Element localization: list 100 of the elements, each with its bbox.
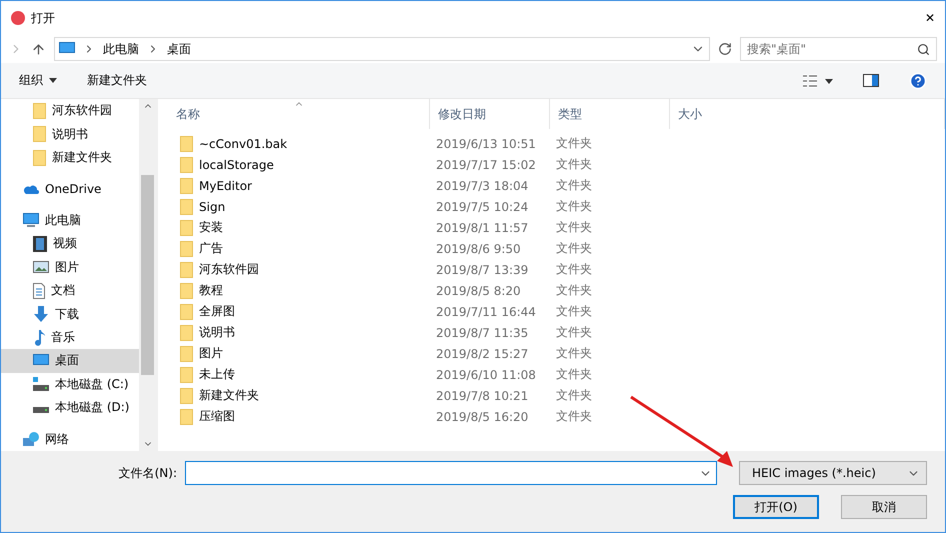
- sidebar-item[interactable]: 音乐: [1, 326, 139, 350]
- folder-icon: [33, 102, 46, 119]
- network-icon: [23, 431, 39, 448]
- column-header[interactable]: 名称: [158, 99, 430, 129]
- download-icon: [33, 306, 49, 322]
- type-cell-text: 文件夹: [555, 345, 593, 362]
- folder-icon: [180, 178, 193, 194]
- sidebar-item[interactable]: 本地磁盘 (D:): [1, 396, 139, 420]
- date-cell-text: 2019/8/7 13:39: [435, 262, 530, 276]
- close-button[interactable]: ✕: [924, 11, 935, 25]
- sidebar-item[interactable]: 河东软件园: [1, 99, 139, 122]
- folder-icon: [180, 136, 193, 152]
- search-field[interactable]: 搜索"桌面": [740, 37, 937, 61]
- type-cell-text: 文件夹: [555, 198, 593, 215]
- music-note-icon: [33, 330, 45, 346]
- file-name[interactable]: localStorage: [158, 156, 430, 172]
- file-name[interactable]: 教程: [158, 282, 430, 299]
- folder-icon: [180, 156, 193, 172]
- sidebar-item[interactable]: 新建文件夹: [1, 146, 139, 170]
- folder-icon: [180, 304, 193, 320]
- sidebar-item[interactable]: 本地磁盘 (C:): [1, 372, 139, 396]
- file-type-dropdown[interactable]: HEIC images (*.heic): [739, 461, 927, 485]
- cloud-icon: [23, 184, 39, 194]
- type-cell-text: 文件夹: [555, 177, 593, 194]
- file-name[interactable]: 新建文件夹: [158, 387, 430, 404]
- date-cell-text: 2019/8/5 8:20: [435, 284, 522, 298]
- type-cell-text: 文件夹: [555, 219, 593, 236]
- file-name[interactable]: ~cConv01.bak: [158, 136, 430, 152]
- app-icon: [11, 11, 25, 25]
- date-cell-text: 2019/7/11 16:44: [435, 304, 537, 318]
- help-icon[interactable]: [909, 72, 927, 90]
- new-folder-button[interactable]: 新建文件夹: [87, 72, 147, 89]
- file-name[interactable]: 图片: [158, 345, 430, 362]
- document-icon: [33, 282, 45, 299]
- folder-icon: [180, 220, 193, 236]
- drive-icon: [33, 406, 49, 413]
- sidebar-item[interactable]: 视频: [1, 232, 139, 256]
- file-name[interactable]: 全屏图: [158, 303, 430, 320]
- file-name[interactable]: 河东软件园: [158, 261, 430, 278]
- sidebar-item[interactable]: 网络: [1, 427, 139, 451]
- column-header[interactable]: 大小: [670, 99, 945, 129]
- type-cell-text: 文件夹: [555, 303, 593, 320]
- scrollbar[interactable]: [139, 99, 156, 451]
- date-cell-text: 2019/7/5 10:24: [435, 200, 530, 214]
- folder-icon: [180, 324, 193, 340]
- sidebar-item[interactable]: 文档: [1, 278, 139, 302]
- date-cell-text: 2019/8/5 16:20: [435, 410, 530, 424]
- window-title: 打开: [31, 10, 56, 26]
- image-icon: [33, 261, 49, 274]
- sidebar-item[interactable]: 桌面: [1, 349, 139, 373]
- breadcrumb[interactable]: 桌面: [167, 40, 191, 58]
- folder-icon: [33, 150, 46, 166]
- date-cell-text: 2019/8/6 9:50: [435, 242, 522, 256]
- date-cell-text: 2019/7/3 18:04: [435, 178, 530, 192]
- file-name[interactable]: 说明书: [158, 324, 430, 341]
- monitor-icon: [23, 213, 39, 228]
- preview-pane-icon[interactable]: [863, 74, 879, 87]
- refresh-icon[interactable]: [718, 42, 732, 56]
- folder-icon: [180, 408, 193, 424]
- date-cell-text: 2019/6/13 10:51: [435, 136, 537, 150]
- file-name[interactable]: 广告: [158, 240, 430, 257]
- folder-icon: [180, 346, 193, 362]
- folder-icon: [33, 126, 46, 142]
- monitor-icon: [33, 354, 49, 368]
- search-icon: [917, 42, 930, 56]
- organize-button[interactable]: 组织: [19, 72, 57, 89]
- open-button[interactable]: 打开(O): [733, 495, 819, 519]
- type-cell-text: 文件夹: [555, 156, 593, 173]
- sidebar-item[interactable]: OneDrive: [1, 177, 139, 201]
- folder-icon: [180, 262, 193, 278]
- scrollbar-thumb[interactable]: [141, 175, 154, 375]
- type-cell-text: 文件夹: [555, 324, 593, 341]
- file-name[interactable]: 安装: [158, 219, 430, 236]
- sidebar-item[interactable]: 说明书: [1, 122, 139, 146]
- view-options-icon[interactable]: [803, 74, 833, 86]
- sidebar-item[interactable]: 图片: [1, 256, 139, 279]
- caret-icon: [49, 78, 57, 83]
- type-cell-text: 文件夹: [555, 366, 593, 383]
- date-cell-text: 2019/7/17 15:02: [435, 158, 537, 172]
- sidebar-item[interactable]: 此电脑: [1, 208, 139, 232]
- column-header[interactable]: 类型: [550, 99, 670, 129]
- file-name[interactable]: 压缩图: [158, 408, 430, 425]
- address-bar[interactable]: 此电脑 桌面: [54, 37, 710, 61]
- sidebar-item[interactable]: 下载: [1, 302, 139, 326]
- type-cell-text: 文件夹: [555, 408, 593, 425]
- column-header[interactable]: 修改日期: [430, 99, 550, 129]
- file-name[interactable]: 未上传: [158, 366, 430, 383]
- breadcrumb[interactable]: 此电脑: [103, 40, 139, 58]
- date-cell-text: 2019/7/8 10:21: [435, 388, 530, 402]
- folder-icon: [180, 388, 193, 404]
- filename-label: 文件名(N):: [118, 464, 177, 482]
- folder-icon: [180, 282, 193, 298]
- monitor-icon: [59, 42, 75, 56]
- type-cell-text: 文件夹: [555, 240, 593, 257]
- date-cell-text: 2019/6/10 11:08: [435, 368, 537, 382]
- cancel-button[interactable]: 取消: [841, 495, 927, 519]
- file-name[interactable]: Sign: [158, 198, 430, 214]
- film-icon: [33, 236, 47, 252]
- filename-field[interactable]: [185, 461, 717, 485]
- file-name[interactable]: MyEditor: [158, 178, 430, 194]
